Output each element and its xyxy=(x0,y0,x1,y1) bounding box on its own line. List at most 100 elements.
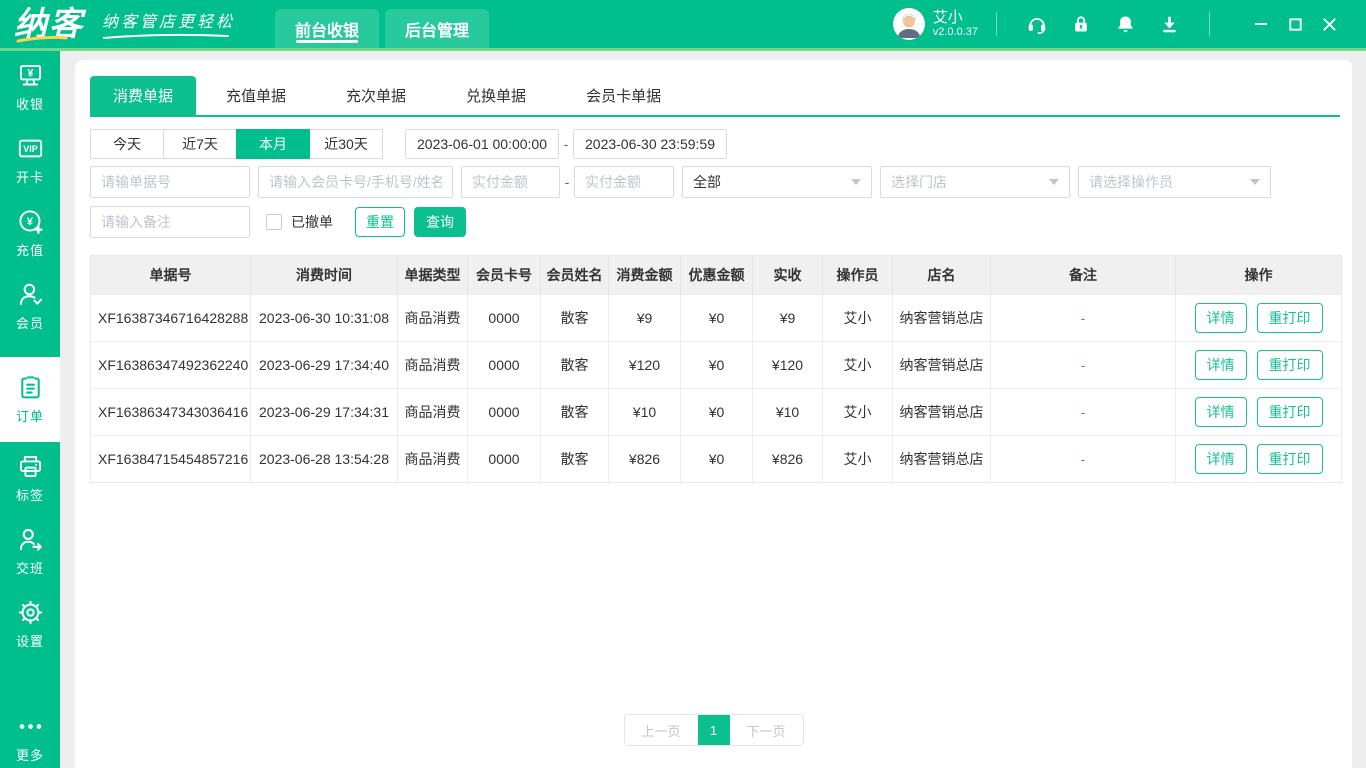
minimize-button[interactable] xyxy=(1244,9,1278,39)
cell-remark: - xyxy=(991,295,1176,341)
reset-button[interactable]: 重置 xyxy=(355,207,405,237)
column-header-consume-time: 消费时间 xyxy=(251,256,398,294)
reprint-button[interactable]: 重打印 xyxy=(1256,444,1323,474)
maximize-button[interactable] xyxy=(1278,9,1312,39)
sidebar-item-cashier[interactable]: ¥ 收银 xyxy=(0,51,60,124)
reprint-button[interactable]: 重打印 xyxy=(1256,397,1323,427)
cell-consume-amount: ¥10 xyxy=(609,389,681,435)
reprint-button[interactable]: 重打印 xyxy=(1256,350,1323,380)
tab-label: 兑换单据 xyxy=(466,88,527,105)
cash-register-icon: ¥ xyxy=(19,64,41,86)
svg-text:VIP: VIP xyxy=(23,144,38,154)
document-tabs: 消费单据 充值单据 充次单据 兑换单据 会员卡单据 xyxy=(90,60,1340,117)
order-type-select[interactable]: 全部 xyxy=(682,166,872,198)
sidebar-item-recharge[interactable]: ¥ 充值 xyxy=(0,197,60,270)
remark-input[interactable] xyxy=(90,206,250,238)
column-header-remark: 备注 xyxy=(991,256,1176,294)
close-button[interactable] xyxy=(1312,9,1346,39)
operator-select[interactable]: 请选择操作员 xyxy=(1078,166,1271,198)
cell-received: ¥826 xyxy=(753,436,823,482)
member-search-input[interactable] xyxy=(258,166,453,198)
detail-button[interactable]: 详情 xyxy=(1194,303,1247,333)
range-7days-button[interactable]: 近7天 xyxy=(163,129,237,159)
cell-received: ¥10 xyxy=(753,389,823,435)
cell-consume-amount: ¥120 xyxy=(609,342,681,388)
header-accent-line xyxy=(0,48,1366,51)
sidebar-item-orders[interactable]: 订单 xyxy=(0,357,60,442)
shift-icon xyxy=(19,528,42,551)
app-logo: 纳客 xyxy=(14,4,84,44)
sidebar-item-shift[interactable]: 交班 xyxy=(0,515,60,588)
cell-consume-time: 2023-06-29 17:34:31 xyxy=(251,389,398,435)
pay-amount-min-input[interactable] xyxy=(461,166,560,198)
cell-card-no: 0000 xyxy=(468,436,541,482)
sidebar-item-settings[interactable]: 设置 xyxy=(0,588,60,661)
cell-order-type: 商品消费 xyxy=(398,436,468,482)
tab-consume-orders[interactable]: 消费单据 xyxy=(90,76,197,115)
sidebar-item-open-card[interactable]: VIP 开卡 xyxy=(0,124,60,197)
revoked-checkbox[interactable] xyxy=(266,214,282,230)
bell-icon[interactable] xyxy=(1114,13,1136,35)
range-today-button[interactable]: 今天 xyxy=(90,129,164,159)
next-page-button[interactable]: 下一页 xyxy=(729,715,803,745)
select-placeholder: 选择门店 xyxy=(891,174,947,190)
nav-tab-back-admin[interactable]: 后台管理 xyxy=(385,9,490,48)
cell-store: 纳客营销总店 xyxy=(893,436,991,482)
cell-order-type: 商品消费 xyxy=(398,295,468,341)
active-tab-underline xyxy=(296,40,359,43)
sidebar-item-member[interactable]: 会员 xyxy=(0,270,60,343)
user-area[interactable]: 艾小 v2.0.0.37 xyxy=(892,8,978,40)
vip-card-icon: VIP xyxy=(18,139,42,158)
pay-amount-max-input[interactable] xyxy=(574,166,674,198)
cell-actions: 详情 重打印 xyxy=(1176,389,1341,435)
sidebar-item-labels[interactable]: 标签 xyxy=(0,442,60,515)
orders-table: 单据号 消费时间 单据类型 会员卡号 会员姓名 消费金额 优惠金额 实收 操作员… xyxy=(90,255,1342,483)
cell-actions: 详情 重打印 xyxy=(1176,295,1341,341)
table-row: XF16387346716428288 2023-06-30 10:31:08 … xyxy=(91,294,1341,341)
tab-label: 充值单据 xyxy=(226,88,287,105)
range-30days-button[interactable]: 近30天 xyxy=(309,129,383,159)
column-header-received: 实收 xyxy=(753,256,823,294)
sidebar-item-label: 订单 xyxy=(15,409,44,424)
detail-button[interactable]: 详情 xyxy=(1194,444,1247,474)
nav-tab-front-cashier[interactable]: 前台收银 xyxy=(275,9,380,48)
cell-discount-amount: ¥0 xyxy=(681,436,753,482)
cell-order-type: 商品消费 xyxy=(398,389,468,435)
select-placeholder: 请选择操作员 xyxy=(1089,174,1173,190)
prev-page-button[interactable]: 上一页 xyxy=(624,715,698,745)
tab-label: 会员卡单据 xyxy=(586,88,662,105)
order-no-input[interactable] xyxy=(90,166,250,198)
cell-consume-amount: ¥9 xyxy=(609,295,681,341)
tab-member-card-orders[interactable]: 会员卡单据 xyxy=(556,76,691,115)
tab-recharge-orders[interactable]: 充值单据 xyxy=(196,76,316,115)
cell-card-no: 0000 xyxy=(468,389,541,435)
column-header-discount-amount: 优惠金额 xyxy=(681,256,753,294)
date-from-input[interactable] xyxy=(405,129,559,159)
column-header-card-no: 会员卡号 xyxy=(468,256,541,294)
detail-button[interactable]: 详情 xyxy=(1194,350,1247,380)
reprint-button[interactable]: 重打印 xyxy=(1256,303,1323,333)
customer-service-icon[interactable] xyxy=(1026,13,1048,35)
column-header-consume-amount: 消费金额 xyxy=(609,256,681,294)
recharge-icon: ¥ xyxy=(18,210,43,234)
column-header-order-no: 单据号 xyxy=(91,256,251,294)
detail-button[interactable]: 详情 xyxy=(1194,397,1247,427)
current-page-button[interactable]: 1 xyxy=(697,715,730,745)
amount-range-separator: - xyxy=(564,174,570,190)
column-header-member-name: 会员姓名 xyxy=(541,256,609,294)
column-header-order-type: 单据类型 xyxy=(398,256,468,294)
tab-times-orders[interactable]: 充次单据 xyxy=(316,76,436,115)
pagination: 上一页 1 下一页 xyxy=(623,714,804,746)
range-this-month-button[interactable]: 本月 xyxy=(236,129,310,159)
date-to-input[interactable] xyxy=(573,129,727,159)
download-icon[interactable] xyxy=(1158,13,1180,35)
more-dots-icon xyxy=(19,723,41,729)
lock-icon[interactable] xyxy=(1070,13,1092,35)
cell-card-no: 0000 xyxy=(468,342,541,388)
cell-remark: - xyxy=(991,389,1176,435)
tab-exchange-orders[interactable]: 兑换单据 xyxy=(436,76,556,115)
query-button[interactable]: 查询 xyxy=(414,207,466,237)
cell-member-name: 散客 xyxy=(541,436,609,482)
sidebar-item-more[interactable]: 更多 xyxy=(0,708,60,768)
store-select[interactable]: 选择门店 xyxy=(880,166,1070,198)
